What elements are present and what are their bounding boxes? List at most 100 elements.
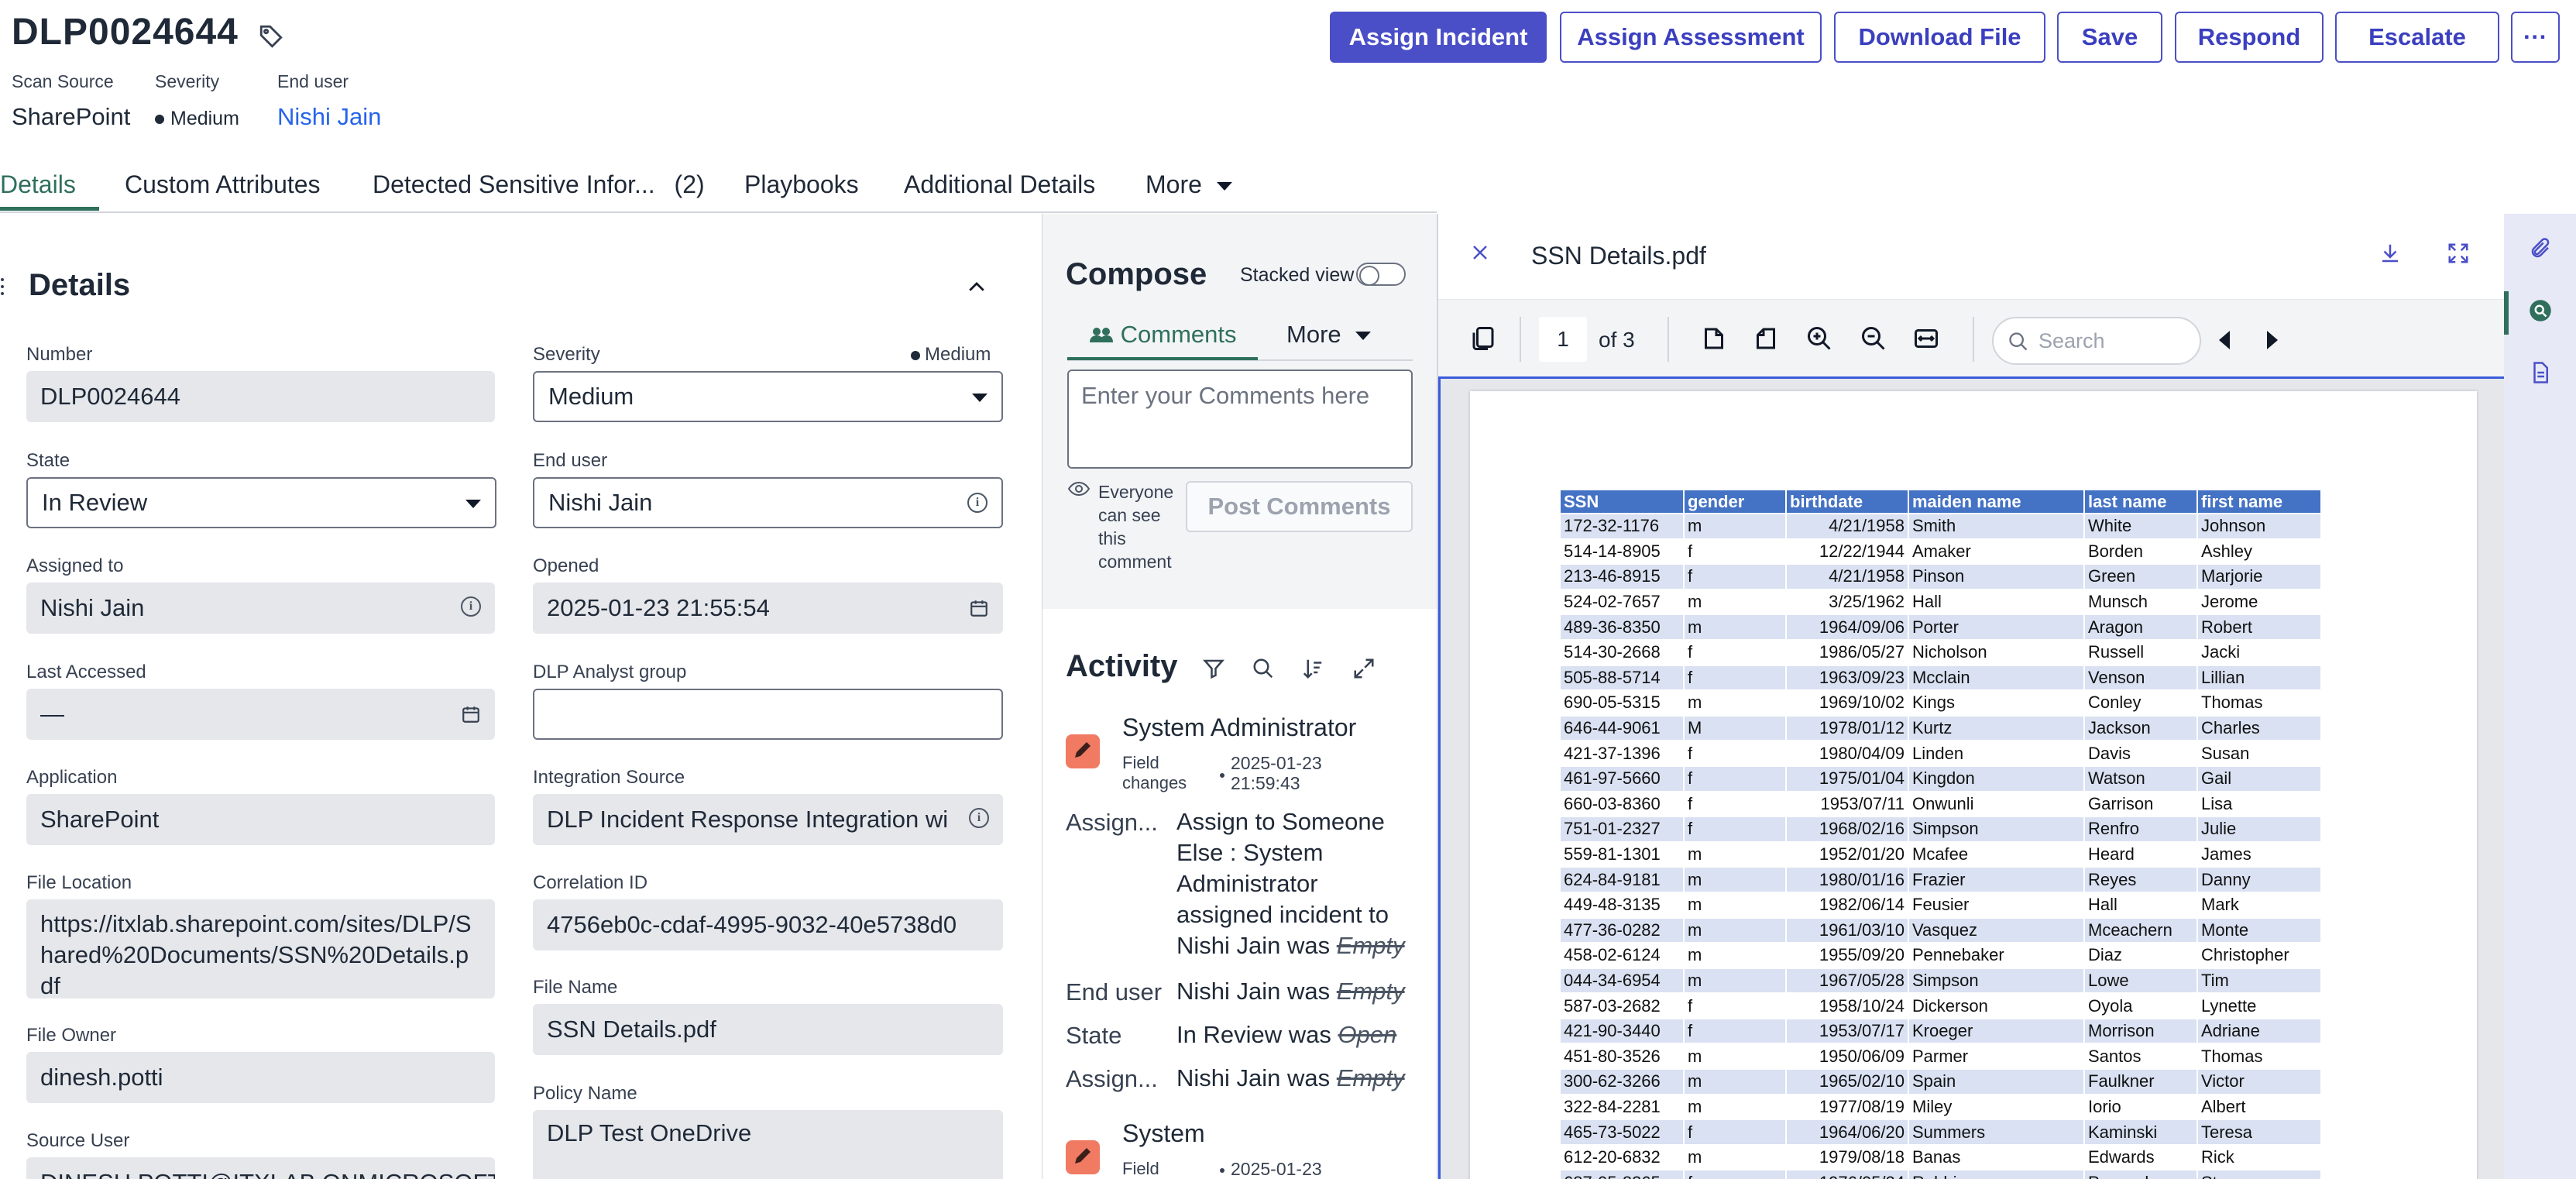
tab-label: Comments [1120,321,1237,348]
table-cell: f [1683,765,1787,792]
table-cell: Iorio [2083,1093,2198,1121]
tabs-divider [0,211,1437,213]
tab-detected-sensitive-info[interactable]: Detected Sensitive Infor... (2) [373,170,705,199]
table-row: 461-97-5660 f 1975/01/04 Kingdon Watson Gail [1559,765,2322,792]
table-cell: Jerome [2196,588,2322,616]
compose-section: Compose Stacked view Comments More Enter… [1042,214,1437,609]
table-cell: M [1683,714,1787,742]
table-cell: m [1683,942,1787,969]
table-cell: 514-14-8905 [1559,538,1685,565]
tab-details[interactable]: Details [0,170,76,199]
pdf-search-input[interactable]: Search [1992,317,2201,365]
table-cell: 12/22/1944 [1785,538,1909,565]
assign-assessment-button[interactable]: Assign Assessment [1560,12,1822,63]
table-cell: f [1683,538,1787,565]
calendar-icon[interactable] [461,704,481,724]
post-comments-button[interactable]: Post Comments [1186,481,1413,532]
end-user-label: End user [533,450,608,471]
end-user-field[interactable]: Nishi Jain i [533,477,1003,528]
table-cell: f [1683,816,1787,843]
table-row: 514-30-2668 f 1986/05/27 Nicholson Russell Ja… [1559,638,2322,666]
search-icon[interactable] [1252,657,1275,680]
fit-width-icon[interactable] [1912,325,1940,352]
close-icon[interactable] [1471,243,1489,262]
tab-playbooks[interactable]: Playbooks [744,170,859,199]
state-select[interactable]: In Review [26,477,496,528]
table-cell: Hall [2083,891,2198,919]
assign-incident-button[interactable]: Assign Incident [1330,12,1547,63]
table-cell: Amaker [1908,538,2085,565]
sort-icon[interactable] [1301,657,1324,680]
file-owner-label: File Owner [26,1025,117,1046]
zoom-out-icon[interactable] [1860,325,1887,352]
tab-additional-details[interactable]: Additional Details [904,170,1095,199]
table-row: 587-03-2682 f 1958/10/24 Dickerson Oyola Lyne… [1559,992,2322,1019]
save-button[interactable]: Save [2057,12,2162,63]
maximize-icon[interactable] [2447,242,2470,265]
pdf-canvas[interactable]: SSN gender birthdate maiden name last na… [1438,376,2506,1179]
comment-input[interactable]: Enter your Comments here [1067,370,1413,469]
table-cell: 044-34-6954 [1559,967,1685,995]
pdf-page: SSN gender birthdate maiden name last na… [1470,391,2477,1179]
next-result-icon[interactable] [2267,331,2278,349]
calendar-icon[interactable] [969,598,989,618]
escalate-button[interactable]: Escalate [2335,12,2499,63]
table-cell: 1958/10/24 [1785,992,1909,1019]
table-row: 044-34-6954 m 1967/05/28 Simpson Lowe Tim [1559,967,2322,995]
respond-button[interactable]: Respond [2175,12,2324,63]
table-cell: 477-36-0282 [1559,916,1685,944]
table-cell: Pinson [1908,563,2085,590]
document-icon[interactable] [2529,361,2552,384]
stacked-view-label: Stacked view [1240,264,1355,286]
page-number-input[interactable]: 1 [1539,317,1587,362]
info-icon[interactable]: i [461,596,481,617]
table-cell: Victor [2196,1068,2322,1095]
active-tab-indicator [0,207,99,211]
drag-handle-icon[interactable] [0,277,5,296]
integration-source-label: Integration Source [533,767,685,788]
document-search-icon[interactable] [2529,299,2552,322]
meta-scan-source: Scan Source SharePoint [12,71,130,131]
rotate-counterclockwise-icon[interactable] [1752,325,1780,352]
table-cell: 451-80-3526 [1559,1043,1685,1071]
paperclip-icon[interactable] [2529,237,2552,260]
table-cell: 1986/05/27 [1785,638,1909,666]
download-icon[interactable] [2379,242,2402,265]
download-file-button[interactable]: Download File [1834,12,2045,63]
rotate-clockwise-icon[interactable] [1700,325,1728,352]
previous-result-icon[interactable] [2219,331,2230,349]
more-actions-button[interactable]: ··· [2511,12,2560,63]
tab-comments[interactable]: Comments [1089,321,1237,349]
info-icon[interactable]: i [969,808,989,828]
stacked-view-toggle[interactable] [1356,263,1406,286]
compose-panel: Compose Stacked view Comments More Enter… [1042,214,1437,1179]
zoom-in-icon[interactable] [1805,325,1833,352]
table-cell: m [1683,513,1787,540]
table-cell: m [1683,1068,1787,1095]
table-header-row: SSN gender birthdate maiden name last na… [1559,489,2322,514]
table-row: 660-03-8360 f 1953/07/11 Onwunli Garrison Lis… [1559,790,2322,818]
source-user-field: DINESH.POTTI@ITXLAB.ONMICROSOFT [26,1157,495,1179]
table-cell: m [1683,840,1787,868]
table-cell: Smith [1908,513,2085,540]
table-row: 213-46-8915 f 4/21/1958 Pinson Green Marjorie [1559,563,2322,590]
divider [1973,317,1974,362]
tag-icon[interactable] [258,23,284,50]
table-cell: Robert [2196,614,2322,641]
dlp-analyst-group-input[interactable] [533,689,1003,740]
details-panel: Details Number DLP0024644 Severity Mediu… [0,214,1041,1179]
table-cell: 3/25/1962 [1785,588,1909,616]
table-cell: f [1683,1169,1787,1179]
table-cell: 1964/06/20 [1785,1119,1909,1146]
filter-icon[interactable] [1202,657,1225,680]
tab-more[interactable]: More [1145,170,1232,199]
tab-compose-more[interactable]: More [1286,321,1372,349]
activity-author: System [1122,1119,1205,1147]
pages-icon[interactable] [1469,325,1497,352]
info-icon[interactable]: i [967,493,987,513]
expand-icon[interactable] [1352,657,1376,680]
tab-custom-attributes[interactable]: Custom Attributes [125,170,321,199]
end-user-link[interactable]: Nishi Jain [277,103,381,131]
collapse-chevron-icon[interactable] [965,276,988,299]
severity-select[interactable]: Medium [533,371,1003,422]
